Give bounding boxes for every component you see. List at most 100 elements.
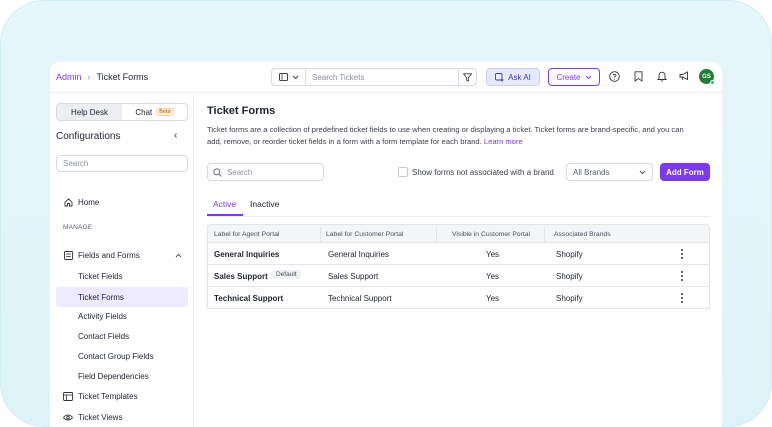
filter-icon bbox=[463, 72, 472, 82]
sidebar-item-activity-fields[interactable]: Activity Fields bbox=[56, 307, 188, 325]
cell-agent-label[interactable]: Technical Support bbox=[214, 294, 283, 303]
brand-select[interactable]: All Brands bbox=[566, 163, 653, 181]
search-type-dropdown[interactable] bbox=[272, 69, 306, 85]
sidebar-item-label: Field Dependencies bbox=[78, 371, 149, 381]
column-header-brands: Associated Brands bbox=[554, 231, 611, 238]
breadcrumb-current: Ticket Forms bbox=[96, 72, 149, 82]
chat-toggle-label: Chat bbox=[135, 107, 153, 117]
description-text: Ticket forms are a collection of predefi… bbox=[207, 125, 684, 146]
chevron-down-icon bbox=[585, 75, 591, 79]
sidebar-item-ticket-templates[interactable]: Ticket Templates bbox=[56, 387, 188, 405]
cell-brands: Shopify bbox=[556, 294, 583, 303]
sidebar-item-label: Ticket Fields bbox=[78, 271, 123, 281]
search-icon bbox=[213, 167, 222, 177]
beta-badge: Beta bbox=[156, 108, 174, 116]
column-divider bbox=[320, 227, 321, 242]
ai-sparkle-icon bbox=[495, 72, 505, 82]
sidebar-item-label: Home bbox=[78, 197, 100, 207]
column-divider bbox=[436, 227, 437, 242]
table-row[interactable]: Sales Support Default Sales Support Yes … bbox=[207, 265, 710, 287]
sidebar-item-label: Contact Fields bbox=[78, 331, 130, 341]
app-window: Admin › Ticket Forms Search Tickets Ask … bbox=[50, 62, 722, 427]
helpdesk-toggle-label: Help Desk bbox=[71, 107, 108, 117]
sidebar-item-label: Fields and Forms bbox=[78, 250, 140, 260]
sidebar-item-label: Ticket Forms bbox=[78, 292, 124, 302]
bookmark-button[interactable] bbox=[632, 70, 644, 82]
breadcrumb: Admin › Ticket Forms bbox=[56, 72, 148, 82]
table-header: Label for Agent Portal Label for Custome… bbox=[207, 224, 710, 243]
cell-customer-label: General Inquiries bbox=[328, 250, 389, 259]
chat-toggle[interactable]: Chat Beta bbox=[122, 104, 187, 120]
chevron-down-icon bbox=[292, 75, 298, 79]
sidebar-item-label: Contact Group Fields bbox=[78, 351, 154, 361]
cell-visible: Yes bbox=[486, 294, 500, 303]
sidebar-item-ticket-views[interactable]: Ticket Views bbox=[56, 408, 188, 426]
cell-agent-label[interactable]: Sales Support bbox=[214, 272, 268, 281]
create-button[interactable]: Create bbox=[548, 68, 600, 86]
product-toggle: Help Desk Chat Beta bbox=[56, 103, 188, 121]
filter-button[interactable] bbox=[458, 69, 476, 85]
sidebar-item-ticket-fields[interactable]: Ticket Fields bbox=[56, 267, 188, 285]
helpdesk-toggle[interactable]: Help Desk bbox=[57, 104, 122, 120]
user-avatar[interactable]: GS bbox=[699, 69, 715, 85]
sidebar-item-label: Ticket Views bbox=[78, 412, 123, 422]
table-row[interactable]: Technical Support Technical Support Yes … bbox=[207, 287, 710, 309]
ask-ai-button[interactable]: Ask AI bbox=[486, 68, 540, 86]
cell-visible: Yes bbox=[486, 272, 500, 281]
unassociated-forms-label: Show forms not associated with a brand bbox=[412, 168, 554, 177]
bell-icon bbox=[657, 71, 667, 82]
cell-brands: Shopify bbox=[556, 272, 583, 281]
tab-inactive[interactable]: Inactive bbox=[250, 199, 279, 209]
ticket-search-group: Search Tickets bbox=[271, 68, 477, 86]
breadcrumb-separator: › bbox=[87, 72, 91, 82]
sidebar-item-label: Ticket Templates bbox=[78, 391, 138, 401]
ask-ai-label: Ask AI bbox=[508, 72, 531, 82]
cell-agent-label[interactable]: General Inquiries bbox=[214, 250, 279, 259]
online-status-dot bbox=[710, 80, 715, 85]
sidebar: Help Desk Chat Beta Configurations ‹ Sea… bbox=[50, 94, 194, 427]
notifications-button[interactable] bbox=[656, 70, 668, 82]
ticket-search-input[interactable]: Search Tickets bbox=[306, 73, 458, 82]
tabs-divider bbox=[207, 216, 710, 217]
forms-search-input[interactable]: Search bbox=[207, 163, 324, 181]
forms-icon bbox=[62, 250, 74, 260]
sidebar-item-home[interactable]: Home bbox=[56, 193, 188, 211]
template-icon bbox=[62, 391, 74, 401]
home-icon bbox=[62, 197, 74, 207]
cell-visible: Yes bbox=[486, 250, 500, 259]
create-label: Create bbox=[556, 72, 581, 82]
column-header-visible: Visible in Customer Portal bbox=[452, 231, 531, 238]
sidebar-search-input[interactable]: Search bbox=[56, 155, 188, 172]
learn-more-link[interactable]: Learn more bbox=[484, 137, 523, 146]
table-row[interactable]: General Inquiries General Inquiries Yes … bbox=[207, 243, 710, 265]
unassociated-forms-checkbox[interactable] bbox=[398, 167, 408, 177]
chevron-up-icon bbox=[175, 251, 182, 260]
help-button[interactable] bbox=[608, 70, 620, 82]
announcements-button[interactable] bbox=[678, 70, 690, 82]
collapse-sidebar-button[interactable]: ‹ bbox=[174, 130, 177, 141]
row-actions-kebab-icon[interactable] bbox=[678, 248, 686, 260]
breadcrumb-admin-link[interactable]: Admin bbox=[56, 72, 82, 82]
page-description: Ticket forms are a collection of predefi… bbox=[207, 124, 697, 147]
help-circle-icon bbox=[608, 70, 620, 82]
sidebar-item-ticket-forms[interactable]: Ticket Forms bbox=[56, 287, 188, 307]
add-form-button[interactable]: Add Form bbox=[660, 163, 710, 181]
sidebar-search-placeholder: Search bbox=[63, 159, 89, 168]
sidebar-item-fields-and-forms[interactable]: Fields and Forms bbox=[56, 246, 188, 264]
sidebar-item-contact-fields[interactable]: Contact Fields bbox=[56, 327, 188, 345]
row-actions-kebab-icon[interactable] bbox=[678, 292, 686, 304]
avatar-initials: GS bbox=[702, 73, 711, 80]
tab-active[interactable]: Active bbox=[213, 199, 236, 209]
page-title: Ticket Forms bbox=[207, 105, 276, 117]
sidebar-item-label: Activity Fields bbox=[78, 311, 127, 321]
column-header-customer-label: Label for Customer Portal bbox=[326, 231, 404, 238]
default-badge: Default bbox=[272, 270, 301, 279]
row-actions-kebab-icon[interactable] bbox=[678, 270, 686, 282]
cell-brands: Shopify bbox=[556, 250, 583, 259]
sidebar-item-field-dependencies[interactable]: Field Dependencies bbox=[56, 367, 188, 385]
megaphone-icon bbox=[679, 71, 688, 81]
sidebar-item-contact-group-fields[interactable]: Contact Group Fields bbox=[56, 347, 188, 365]
configurations-title: Configurations bbox=[56, 131, 121, 142]
main-content: Ticket Forms Ticket forms are a collecti… bbox=[207, 94, 712, 427]
forms-search-placeholder: Search bbox=[227, 167, 253, 177]
